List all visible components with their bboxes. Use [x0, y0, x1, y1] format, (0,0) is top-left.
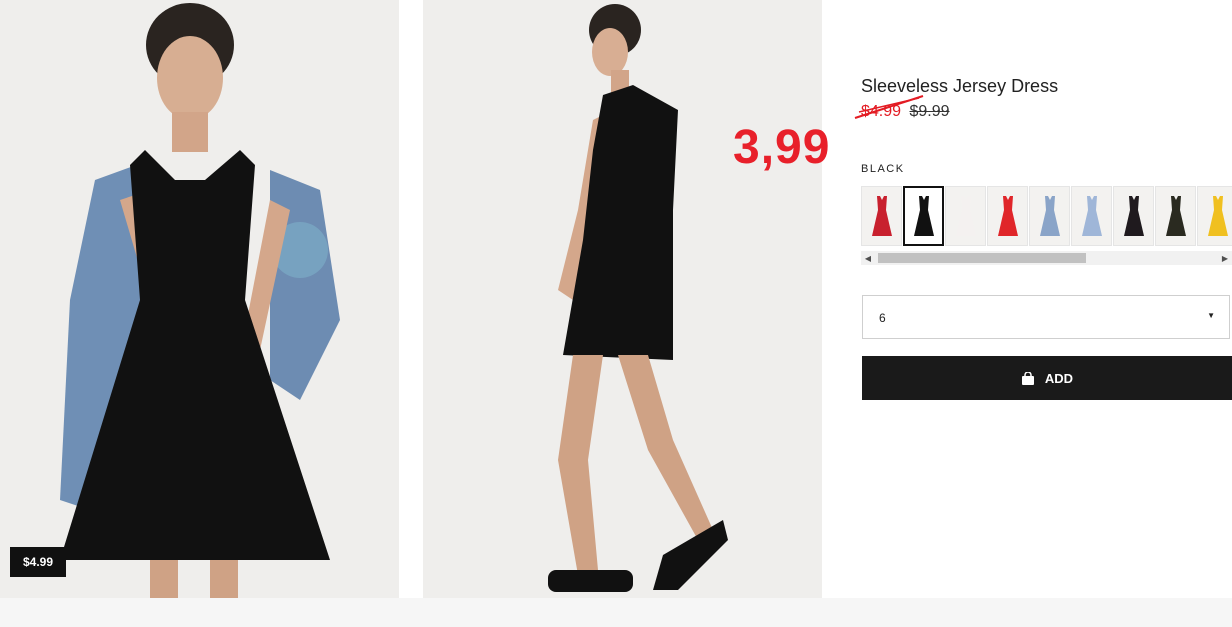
color-swatch-light-blue[interactable] [1029, 186, 1070, 246]
color-swatch-yellow[interactable] [1197, 186, 1232, 246]
dress-thumbnail-icon [1039, 196, 1060, 236]
color-swatch-black-yellow-floral[interactable] [1155, 186, 1196, 246]
color-swatch-black[interactable] [903, 186, 944, 246]
model-side-illustration [423, 0, 822, 598]
product-title: Sleeveless Jersey Dress [861, 76, 1059, 96]
product-image-side[interactable] [423, 0, 822, 598]
dress-thumbnail-icon [1165, 196, 1186, 236]
dress-thumbnail-icon [1123, 196, 1144, 236]
dress-thumbnail-icon [871, 196, 892, 236]
color-label: BLACK [861, 163, 905, 175]
dress-thumbnail-icon [997, 196, 1018, 236]
size-select-value: 6 [879, 311, 886, 325]
shopping-bag-icon [1021, 371, 1035, 385]
annotation-price: 3,99 [733, 121, 831, 174]
size-select[interactable]: 6 ▼ [862, 295, 1230, 339]
color-swatch-white-floral[interactable] [945, 186, 986, 246]
color-swatch-blue-floral[interactable] [1071, 186, 1112, 246]
color-swatch-list [861, 186, 1232, 248]
color-swatch-black-floral[interactable] [1113, 186, 1154, 246]
dress-thumbnail-icon [913, 196, 934, 236]
price-badge: $4.99 [10, 547, 66, 577]
add-to-bag-button[interactable]: ADD [862, 356, 1232, 400]
swatch-scrollbar[interactable]: ◀ ▶ [861, 251, 1232, 265]
scroll-right-arrow-icon[interactable]: ▶ [1218, 251, 1232, 265]
page-bottom-strip [0, 598, 1232, 627]
sale-price: $4.99 [861, 103, 902, 120]
price-row: $4.99 $9.99 [861, 103, 950, 121]
scroll-left-arrow-icon[interactable]: ◀ [861, 251, 875, 265]
product-image-front[interactable]: $4.99 [0, 0, 399, 598]
color-swatch-red-striped[interactable] [861, 186, 902, 246]
model-front-illustration [0, 0, 399, 598]
dress-thumbnail-icon [1081, 196, 1102, 236]
color-swatch-red-floral[interactable] [987, 186, 1028, 246]
dress-thumbnail-icon [1207, 196, 1228, 236]
caret-down-icon: ▼ [1207, 311, 1215, 320]
add-button-label: ADD [1044, 370, 1074, 386]
dress-thumbnail-icon [955, 196, 976, 236]
original-price: $9.99 [909, 103, 950, 120]
scrollbar-thumb[interactable] [878, 253, 1086, 263]
